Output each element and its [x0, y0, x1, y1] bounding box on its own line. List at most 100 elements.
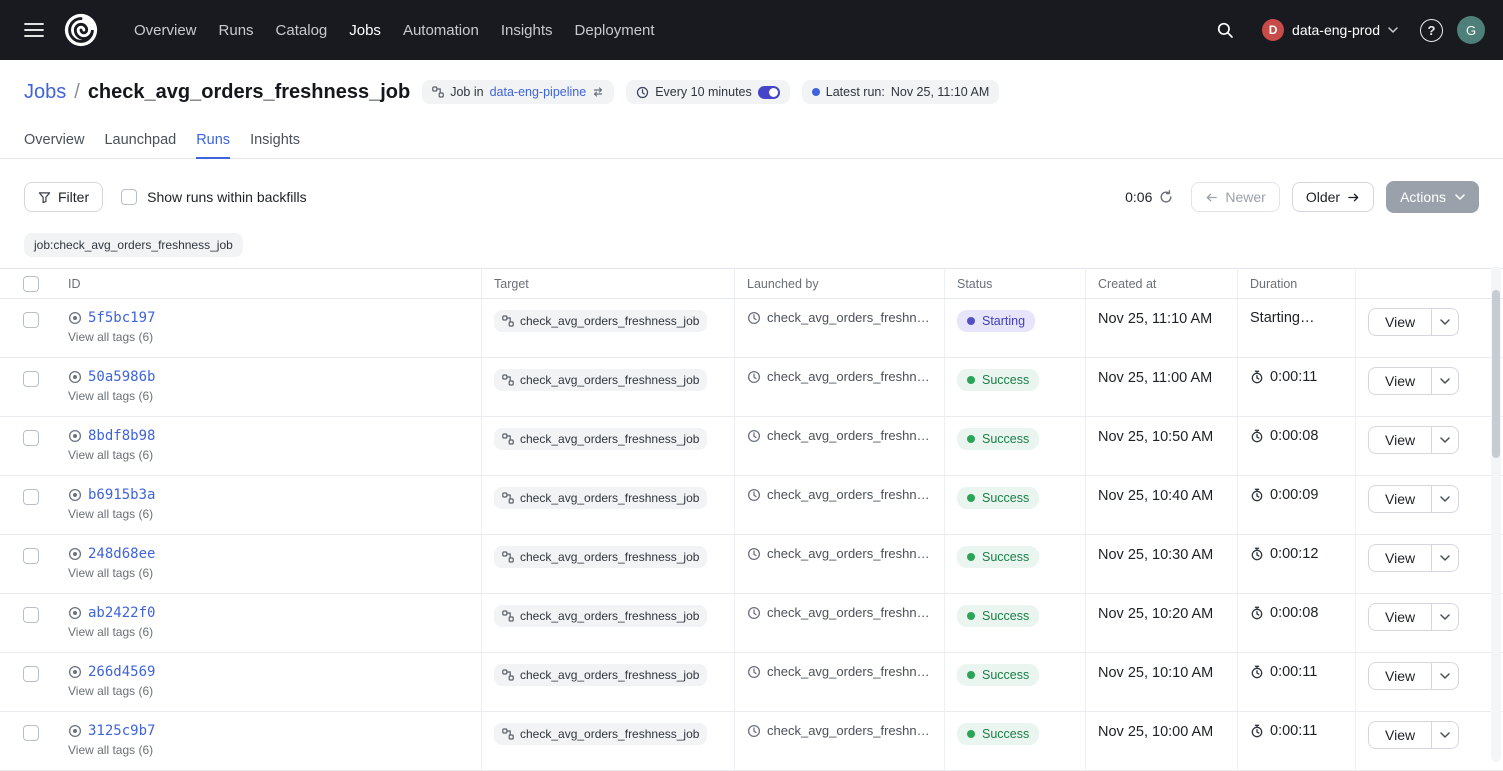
run-id-link[interactable]: 248d68ee — [88, 546, 155, 562]
nav-item-insights[interactable]: Insights — [499, 18, 555, 43]
view-dropdown-button[interactable] — [1432, 426, 1459, 454]
scrollbar-thumb[interactable] — [1492, 290, 1500, 458]
latest-run-time[interactable]: Nov 25, 11:10 AM — [891, 85, 989, 99]
view-all-tags-link[interactable]: View all tags (6) — [68, 330, 469, 344]
swap-icon[interactable] — [592, 86, 604, 98]
schedule-label: Every 10 minutes — [655, 85, 752, 99]
view-button[interactable]: View — [1368, 721, 1432, 749]
stopwatch-icon — [1250, 547, 1264, 561]
stopwatch-icon — [1250, 370, 1264, 384]
view-all-tags-link[interactable]: View all tags (6) — [68, 743, 469, 757]
target-chip[interactable]: check_avg_orders_freshness_job — [494, 310, 707, 332]
tab-overview[interactable]: Overview — [24, 122, 84, 158]
view-all-tags-link[interactable]: View all tags (6) — [68, 448, 469, 462]
job-location-badge[interactable]: Job in data-eng-pipeline — [422, 80, 614, 104]
breadcrumb-row: Jobs / check_avg_orders_freshness_job Jo… — [24, 78, 1479, 106]
view-all-tags-link[interactable]: View all tags (6) — [68, 389, 469, 403]
nav-item-deployment[interactable]: Deployment — [573, 18, 657, 43]
chevron-down-icon — [1440, 673, 1450, 679]
job-filter-tag[interactable]: job:check_avg_orders_freshness_job — [24, 233, 243, 257]
row-select-cell — [0, 653, 56, 711]
target-chip[interactable]: check_avg_orders_freshness_job — [494, 428, 707, 450]
tab-insights[interactable]: Insights — [250, 122, 300, 158]
launched-by-tag[interactable]: check_avg_orders_freshn… — [747, 487, 932, 502]
row-checkbox[interactable] — [23, 548, 39, 564]
actions-button[interactable]: Actions — [1386, 181, 1479, 213]
view-button[interactable]: View — [1368, 544, 1432, 572]
run-id-link[interactable]: 3125c9b7 — [88, 723, 155, 739]
launched-by-tag[interactable]: check_avg_orders_freshn… — [747, 723, 932, 738]
hamburger-menu-icon[interactable] — [18, 16, 50, 44]
view-all-tags-link[interactable]: View all tags (6) — [68, 566, 469, 580]
nav-item-jobs[interactable]: Jobs — [347, 18, 383, 43]
show-backfills-checkbox[interactable] — [121, 189, 137, 205]
run-id-link[interactable]: 266d4569 — [88, 664, 155, 680]
view-dropdown-button[interactable] — [1432, 721, 1459, 749]
launched-by-tag[interactable]: check_avg_orders_freshn… — [747, 369, 932, 384]
tab-runs[interactable]: Runs — [196, 122, 230, 158]
run-id-link[interactable]: b6915b3a — [88, 487, 155, 503]
view-dropdown-button[interactable] — [1432, 544, 1459, 572]
target-chip[interactable]: check_avg_orders_freshness_job — [494, 546, 707, 568]
view-dropdown-button[interactable] — [1432, 367, 1459, 395]
view-dropdown-button[interactable] — [1432, 603, 1459, 631]
nav-item-automation[interactable]: Automation — [401, 18, 481, 43]
latest-run-badge[interactable]: Latest run: Nov 25, 11:10 AM — [802, 80, 1000, 104]
view-button[interactable]: View — [1368, 603, 1432, 631]
view-button[interactable]: View — [1368, 308, 1432, 336]
row-checkbox[interactable] — [23, 489, 39, 505]
search-icon[interactable] — [1210, 15, 1240, 45]
refresh-countdown[interactable]: 0:06 — [1119, 188, 1179, 206]
target-chip[interactable]: check_avg_orders_freshness_job — [494, 664, 707, 686]
launched-by-tag[interactable]: check_avg_orders_freshn… — [747, 664, 932, 679]
run-id-link[interactable]: ab2422f0 — [88, 605, 155, 621]
filter-button[interactable]: Filter — [24, 182, 103, 212]
help-icon[interactable]: ? — [1420, 19, 1443, 42]
pipeline-link[interactable]: data-eng-pipeline — [490, 85, 587, 99]
launched-by-tag[interactable]: check_avg_orders_freshn… — [747, 605, 932, 620]
view-all-tags-link[interactable]: View all tags (6) — [68, 507, 469, 521]
vertical-scrollbar[interactable] — [1491, 266, 1501, 762]
run-id-link[interactable]: 50a5986b — [88, 369, 155, 385]
launched-by-tag[interactable]: check_avg_orders_freshn… — [747, 310, 932, 325]
target-chip[interactable]: check_avg_orders_freshness_job — [494, 723, 707, 745]
nav-item-catalog[interactable]: Catalog — [274, 18, 330, 43]
schedule-toggle[interactable] — [758, 86, 780, 99]
target-chip[interactable]: check_avg_orders_freshness_job — [494, 605, 707, 627]
launched-by-tag[interactable]: check_avg_orders_freshn… — [747, 428, 932, 443]
status-badge: Success — [957, 487, 1039, 509]
newer-button[interactable]: Newer — [1191, 182, 1279, 212]
view-button[interactable]: View — [1368, 662, 1432, 690]
status-cell: Success — [945, 535, 1086, 593]
view-button[interactable]: View — [1368, 367, 1432, 395]
breadcrumb-jobs-link[interactable]: Jobs — [24, 81, 66, 104]
select-all-checkbox[interactable] — [23, 276, 39, 292]
row-checkbox[interactable] — [23, 312, 39, 328]
view-all-tags-link[interactable]: View all tags (6) — [68, 625, 469, 639]
view-button[interactable]: View — [1368, 485, 1432, 513]
view-dropdown-button[interactable] — [1432, 308, 1459, 336]
target-chip[interactable]: check_avg_orders_freshness_job — [494, 487, 707, 509]
row-checkbox[interactable] — [23, 607, 39, 623]
view-button[interactable]: View — [1368, 426, 1432, 454]
view-dropdown-button[interactable] — [1432, 485, 1459, 513]
row-checkbox[interactable] — [23, 430, 39, 446]
dagster-logo[interactable] — [62, 11, 100, 49]
nav-item-runs[interactable]: Runs — [217, 18, 256, 43]
run-id-link[interactable]: 5f5bc197 — [88, 310, 155, 326]
view-all-tags-link[interactable]: View all tags (6) — [68, 684, 469, 698]
row-checkbox[interactable] — [23, 371, 39, 387]
row-checkbox[interactable] — [23, 666, 39, 682]
target-chip[interactable]: check_avg_orders_freshness_job — [494, 369, 707, 391]
schedule-badge[interactable]: Every 10 minutes — [626, 80, 790, 104]
run-id-link[interactable]: 8bdf8b98 — [88, 428, 155, 444]
nav-item-overview[interactable]: Overview — [132, 18, 199, 43]
status-cell: Success — [945, 476, 1086, 534]
older-button[interactable]: Older — [1292, 182, 1374, 212]
org-switcher[interactable]: D data-eng-prod — [1254, 14, 1406, 46]
tab-launchpad[interactable]: Launchpad — [104, 122, 176, 158]
view-dropdown-button[interactable] — [1432, 662, 1459, 690]
user-avatar[interactable]: G — [1457, 16, 1485, 44]
launched-by-tag[interactable]: check_avg_orders_freshn… — [747, 546, 932, 561]
row-checkbox[interactable] — [23, 725, 39, 741]
